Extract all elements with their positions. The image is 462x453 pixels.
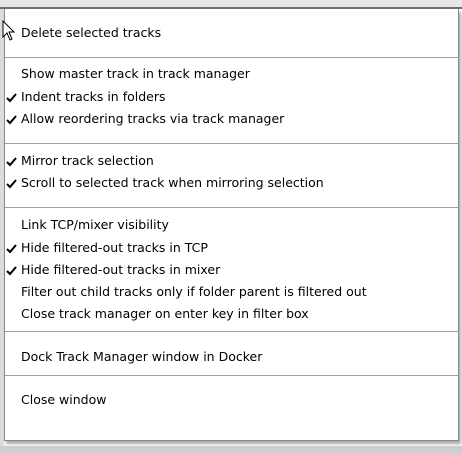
menu-item-label: Hide filtered-out tracks in TCP <box>21 240 208 255</box>
screenshot-stage: Delete selected tracks Show master track … <box>0 0 462 453</box>
menu-item-label: Close window <box>21 392 107 407</box>
menu-item[interactable]: Dock Track Manager window in Docker <box>5 346 458 368</box>
arrow-pointer-icon <box>2 20 16 41</box>
menu-item[interactable]: Mirror track selection <box>5 150 458 172</box>
checkmark-icon <box>6 93 17 103</box>
window-top-band <box>0 0 462 7</box>
menu-item[interactable]: Indent tracks in folders <box>5 86 458 108</box>
menu-separator <box>5 207 458 208</box>
menu-item-label: Allow reordering tracks via track manage… <box>21 111 285 126</box>
context-menu: Delete selected tracks Show master track … <box>4 9 459 441</box>
menu-item-label: Scroll to selected track when mirroring … <box>21 175 324 190</box>
window-bottom-area <box>0 446 462 453</box>
checkmark-icon <box>6 244 17 254</box>
menu-item[interactable]: Scroll to selected track when mirroring … <box>5 172 458 194</box>
checkmark-icon <box>6 115 17 125</box>
menu-item[interactable]: Close window <box>5 389 458 411</box>
menu-item-label: Delete selected tracks <box>21 25 162 40</box>
menu-item-label: Hide filtered-out tracks in mixer <box>21 262 221 277</box>
checkmark-icon <box>6 266 17 276</box>
menu-item[interactable]: Show master track in track manager <box>5 63 458 85</box>
menu-item[interactable]: Close track manager on enter key in filt… <box>5 303 458 325</box>
menu-item-label: Mirror track selection <box>21 153 154 168</box>
menu-item[interactable]: Hide filtered-out tracks in TCP <box>5 237 458 259</box>
menu-item-label: Show master track in track manager <box>21 66 250 81</box>
menu-item-label: Indent tracks in folders <box>21 89 166 104</box>
menu-item[interactable]: Filter out child tracks only if folder p… <box>5 281 458 303</box>
menu-item-label: Link TCP/mixer visibility <box>21 217 169 232</box>
menu-item[interactable]: Hide filtered-out tracks in mixer <box>5 259 458 281</box>
menu-separator <box>5 57 458 58</box>
checkmark-icon <box>6 179 17 189</box>
menu-separator <box>5 143 458 144</box>
menu-item[interactable]: Allow reordering tracks via track manage… <box>5 108 458 130</box>
menu-item[interactable]: Delete selected tracks <box>5 22 458 44</box>
menu-item-label: Dock Track Manager window in Docker <box>21 349 263 364</box>
checkmark-icon <box>6 157 17 167</box>
menu-separator <box>5 331 458 332</box>
menu-item-label: Filter out child tracks only if folder p… <box>21 284 367 299</box>
menu-separator <box>5 375 458 376</box>
menu-item-label: Close track manager on enter key in filt… <box>21 306 309 321</box>
menu-item[interactable]: Link TCP/mixer visibility <box>5 214 458 236</box>
